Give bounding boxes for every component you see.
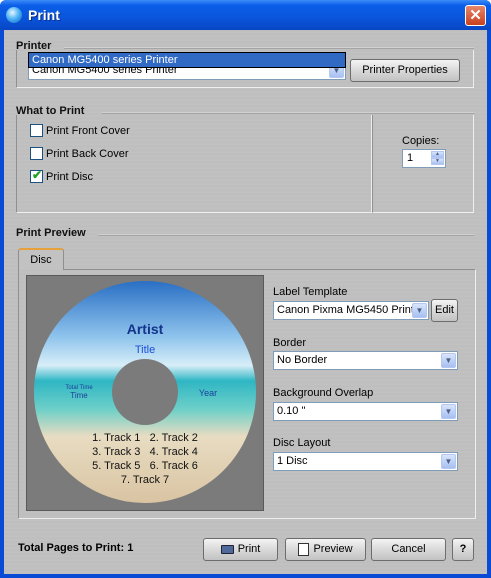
print-button[interactable]: Print <box>203 538 278 561</box>
checkmark-icon: ✔ <box>32 168 43 182</box>
dialog-body: Printer Canon MG5400 series Printer ▼ Pr… <box>4 30 487 574</box>
disc-time: Time <box>70 391 88 400</box>
disc-preview: Artist Title Total Time Time Year 1. Tra… <box>26 275 264 511</box>
disc-layout-value: 1 Disc <box>277 455 308 467</box>
border-value: No Border <box>277 354 328 366</box>
chevron-down-icon[interactable]: ▼ <box>441 454 456 469</box>
app-icon <box>6 7 22 23</box>
tab-disc[interactable]: Disc <box>18 248 64 270</box>
background-overlap-label: Background Overlap <box>273 387 374 399</box>
preview-button[interactable]: Preview <box>285 538 366 561</box>
magnifier-icon <box>298 542 310 556</box>
disc-track-line: 7. Track 7 <box>121 474 169 486</box>
label-template-select[interactable]: Canon Pixma MG5450 Printer ▼ <box>273 301 429 320</box>
disc-title: Title <box>135 344 155 356</box>
disc-layout-label: Disc Layout <box>273 437 331 449</box>
label-template-value: Canon Pixma MG5450 Printer <box>277 304 424 316</box>
printer-properties-button[interactable]: Printer Properties <box>350 59 460 82</box>
chevron-down-icon[interactable]: ▼ <box>441 404 456 419</box>
window-title: Print <box>28 7 60 23</box>
disc-track-line: 1. Track 1 2. Track 2 <box>92 432 198 444</box>
printer-dropdown-item[interactable]: Canon MG5400 series Printer <box>28 52 346 68</box>
disc-track-line: 3. Track 3 4. Track 4 <box>92 446 198 458</box>
disc-image: Artist Title Total Time Time Year 1. Tra… <box>34 281 256 503</box>
spinner-down-icon[interactable]: ▼ <box>431 158 444 165</box>
spinner-up-icon[interactable]: ▲ <box>431 151 444 158</box>
disc-track-line: 5. Track 5 6. Track 6 <box>92 460 198 472</box>
copies-value: 1 <box>407 152 414 164</box>
chevron-down-icon[interactable]: ▼ <box>441 353 456 368</box>
copies-label: Copies: <box>402 135 440 147</box>
border-select[interactable]: No Border ▼ <box>273 351 458 370</box>
border-label: Border <box>273 337 307 349</box>
preview-button-label: Preview <box>313 543 353 555</box>
printer-icon <box>220 544 234 554</box>
group-divider <box>102 112 474 114</box>
background-overlap-value: 0.10 " <box>277 405 306 417</box>
print-back-cover-label: Print Back Cover <box>46 148 129 160</box>
disc-center-hole <box>112 359 178 425</box>
title-bar[interactable]: Print ✕ <box>0 0 491 30</box>
print-disc-label: Print Disc <box>46 171 94 183</box>
group-divider <box>98 234 474 236</box>
close-button[interactable]: ✕ <box>465 5 486 26</box>
print-button-label: Print <box>237 543 261 555</box>
print-front-cover-label: Print Front Cover <box>46 125 130 137</box>
group-divider <box>64 47 474 49</box>
print-dialog: Print ✕ Printer Canon MG5400 series Prin… <box>0 0 491 578</box>
print-preview-title: Print Preview <box>16 227 86 239</box>
background-overlap-select[interactable]: 0.10 " ▼ <box>273 402 458 421</box>
disc-layout-select[interactable]: 1 Disc ▼ <box>273 452 458 471</box>
help-button[interactable]: ? <box>452 538 474 561</box>
disc-artist: Artist <box>127 321 164 337</box>
total-pages-text: Total Pages to Print: 1 <box>18 542 134 554</box>
disc-year: Year <box>199 388 217 398</box>
copies-spinner[interactable]: 1 ▲ ▼ <box>402 149 446 168</box>
print-disc-checkbox[interactable]: ✔ <box>30 168 43 183</box>
label-template-label: Label Template <box>273 286 348 298</box>
cancel-button[interactable]: Cancel <box>371 538 446 561</box>
print-back-cover-checkbox[interactable] <box>30 147 43 160</box>
chevron-down-icon[interactable]: ▼ <box>412 303 427 318</box>
print-front-cover-checkbox[interactable] <box>30 124 43 137</box>
spinner-buttons: ▲ ▼ <box>431 151 444 166</box>
edit-template-button[interactable]: Edit <box>431 299 458 322</box>
